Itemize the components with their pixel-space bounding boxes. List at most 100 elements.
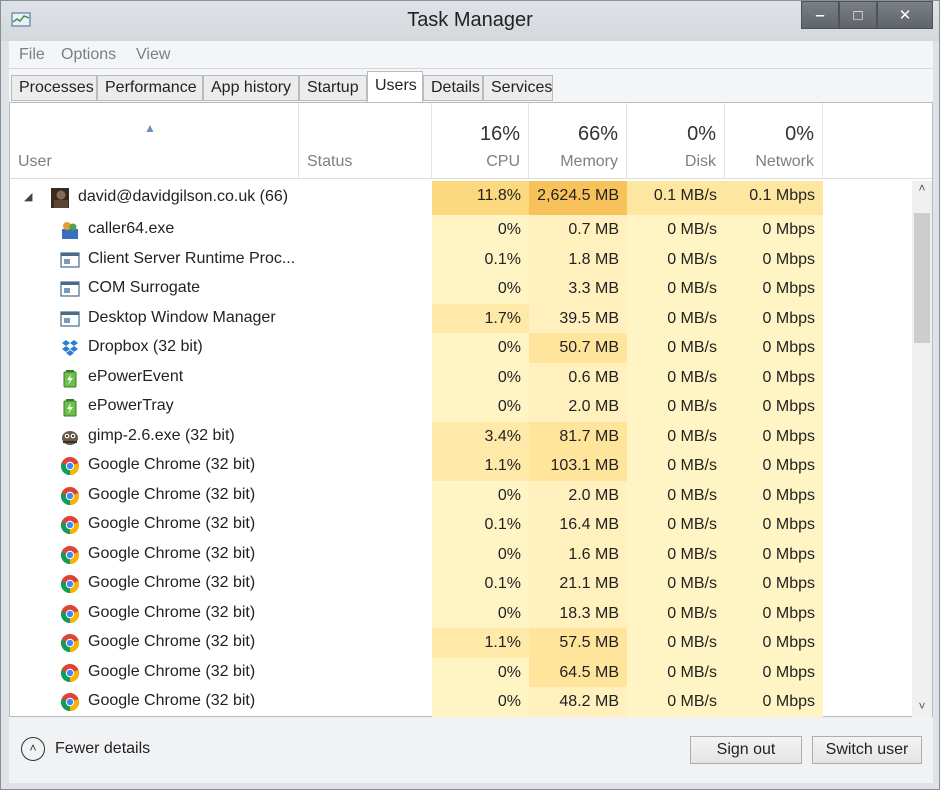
menu-options[interactable]: Options bbox=[61, 46, 116, 64]
process-row[interactable]: caller64.exe 0% 0.7 MB 0 MB/s 0 Mbps bbox=[10, 215, 912, 245]
user-avatar-icon bbox=[51, 188, 69, 208]
tab-users[interactable]: Users bbox=[367, 71, 423, 103]
process-memory: 18.3 MB bbox=[529, 598, 627, 628]
process-network: 0 Mbps bbox=[725, 657, 823, 687]
user-row[interactable]: ◢ david@davidgilson.co.uk (66) 11.8% 2,6… bbox=[10, 181, 912, 215]
scroll-down-icon[interactable]: ˅ bbox=[912, 699, 932, 717]
tab-processes[interactable]: Processes bbox=[11, 75, 97, 101]
cpu-column-label: CPU bbox=[486, 153, 520, 170]
process-disk: 0 MB/s bbox=[627, 215, 725, 245]
process-row[interactable]: Google Chrome (32 bit) 0.1% 16.4 MB 0 MB/s 0… bbox=[10, 510, 912, 540]
process-row[interactable]: Google Chrome (32 bit) 0% 64.5 MB 0 MB/s 0 M… bbox=[10, 657, 912, 687]
chrome-icon bbox=[60, 574, 80, 594]
window-title: Task Manager bbox=[407, 9, 533, 31]
tab-app-history[interactable]: App history bbox=[203, 75, 299, 101]
menu-bar: File Options View bbox=[9, 41, 933, 69]
process-network: 0 Mbps bbox=[725, 687, 823, 717]
process-row[interactable]: Google Chrome (32 bit) 0% 48.2 MB 0 MB/s 0 M… bbox=[10, 687, 912, 717]
column-header-disk[interactable]: 0% Disk bbox=[627, 103, 725, 179]
title-bar[interactable]: Task Manager ‒ □ ✕ bbox=[1, 1, 939, 41]
process-row[interactable]: Google Chrome (32 bit) 0% 1.6 MB 0 MB/s 0 Mb… bbox=[10, 539, 912, 569]
process-row[interactable]: Google Chrome (32 bit) 0% 18.3 MB 0 MB/s 0 M… bbox=[10, 598, 912, 628]
battery-icon bbox=[60, 397, 80, 417]
process-memory: 0.6 MB bbox=[529, 362, 627, 392]
chrome-icon bbox=[60, 486, 80, 506]
process-cpu: 0% bbox=[432, 598, 529, 628]
process-row[interactable]: Google Chrome (32 bit) 1.1% 103.1 MB 0 MB/s… bbox=[10, 451, 912, 481]
scroll-thumb[interactable] bbox=[914, 213, 930, 343]
process-row[interactable]: COM Surrogate 0% 3.3 MB 0 MB/s 0 Mbps bbox=[10, 274, 912, 304]
process-row[interactable]: Google Chrome (32 bit) 0% 2.0 MB 0 MB/s 0 Mb… bbox=[10, 480, 912, 510]
process-disk: 0 MB/s bbox=[627, 451, 725, 481]
process-network: 0 Mbps bbox=[725, 215, 823, 245]
fewer-details-link[interactable]: Fewer details bbox=[55, 740, 150, 758]
process-row[interactable]: gimp-2.6.exe (32 bit) 3.4% 81.7 MB 0 MB/s 0 … bbox=[10, 421, 912, 451]
process-cpu: 0% bbox=[432, 480, 529, 510]
process-network: 0 Mbps bbox=[725, 244, 823, 274]
process-memory: 0.7 MB bbox=[529, 215, 627, 245]
process-disk: 0 MB/s bbox=[627, 303, 725, 333]
process-cpu: 0% bbox=[432, 687, 529, 717]
window-process-icon bbox=[60, 279, 80, 299]
process-row[interactable]: Desktop Window Manager 1.7% 39.5 MB 0 MB/s 0… bbox=[10, 303, 912, 333]
process-cpu: 1.7% bbox=[432, 303, 529, 333]
tab-services[interactable]: Services bbox=[483, 75, 553, 101]
chrome-icon bbox=[60, 456, 80, 476]
process-name: ePowerTray bbox=[88, 397, 174, 414]
menu-view[interactable]: View bbox=[136, 46, 170, 64]
process-memory: 81.7 MB bbox=[529, 421, 627, 451]
process-row[interactable]: Google Chrome (32 bit) 0.1% 21.1 MB 0 MB/s 0… bbox=[10, 569, 912, 599]
user-disk: 0.1 MB/s bbox=[627, 181, 725, 215]
process-memory: 103.1 MB bbox=[529, 451, 627, 481]
network-total-percent: 0% bbox=[785, 123, 814, 145]
process-disk: 0 MB/s bbox=[627, 510, 725, 540]
process-network: 0 Mbps bbox=[725, 421, 823, 451]
tab-performance[interactable]: Performance bbox=[97, 75, 203, 101]
process-cpu: 0% bbox=[432, 215, 529, 245]
process-memory: 39.5 MB bbox=[529, 303, 627, 333]
minimize-button[interactable]: ‒ bbox=[801, 1, 839, 29]
process-name: Client Server Runtime Proc... bbox=[88, 249, 296, 267]
process-row[interactable]: Client Server Runtime Proc... 0.1% 1.8 MB 0… bbox=[10, 244, 912, 274]
process-disk: 0 MB/s bbox=[627, 480, 725, 510]
maximize-button[interactable]: □ bbox=[839, 1, 877, 29]
process-memory: 2.0 MB bbox=[529, 392, 627, 422]
scroll-up-icon[interactable]: ˄ bbox=[912, 181, 932, 199]
process-network: 0 Mbps bbox=[725, 569, 823, 599]
process-disk: 0 MB/s bbox=[627, 628, 725, 658]
menu-file[interactable]: File bbox=[19, 46, 45, 64]
sort-ascending-icon: ▲ bbox=[144, 121, 156, 135]
process-disk: 0 MB/s bbox=[627, 539, 725, 569]
column-header-status[interactable]: Status bbox=[299, 103, 432, 179]
column-header-user[interactable]: ▲ User bbox=[10, 103, 299, 179]
process-row[interactable]: ePowerTray 0% 2.0 MB 0 MB/s 0 Mbps bbox=[10, 392, 912, 422]
column-header-cpu[interactable]: 16% CPU bbox=[432, 103, 529, 179]
column-header-network[interactable]: 0% Network bbox=[725, 103, 823, 179]
process-memory: 1.6 MB bbox=[529, 539, 627, 569]
collapse-arrow-icon[interactable]: ◢ bbox=[24, 190, 32, 203]
sign-out-button[interactable]: Sign out bbox=[690, 736, 802, 764]
process-network: 0 Mbps bbox=[725, 480, 823, 510]
column-header-memory[interactable]: 66% Memory bbox=[529, 103, 627, 179]
process-row[interactable]: ePowerEvent 0% 0.6 MB 0 MB/s 0 Mbps bbox=[10, 362, 912, 392]
process-disk: 0 MB/s bbox=[627, 362, 725, 392]
column-header-row: ▲ User Status 16% CPU 66% Memory 0% Disk… bbox=[10, 103, 932, 179]
process-memory: 16.4 MB bbox=[529, 510, 627, 540]
chrome-icon bbox=[60, 515, 80, 535]
process-memory: 21.1 MB bbox=[529, 569, 627, 599]
tab-details[interactable]: Details bbox=[423, 75, 483, 101]
user-cpu: 11.8% bbox=[432, 181, 529, 215]
chevron-up-circle-icon[interactable]: ˄ bbox=[21, 737, 45, 761]
process-name: gimp-2.6.exe (32 bit) bbox=[88, 426, 235, 444]
process-cpu: 0% bbox=[432, 392, 529, 422]
process-row[interactable]: Google Chrome (32 bit) 1.1% 57.5 MB 0 MB/s 0… bbox=[10, 628, 912, 658]
process-memory: 1.8 MB bbox=[529, 244, 627, 274]
process-row[interactable]: Dropbox (32 bit) 0% 50.7 MB 0 MB/s 0 Mbps bbox=[10, 333, 912, 363]
switch-user-button[interactable]: Switch user bbox=[812, 736, 922, 764]
tab-startup[interactable]: Startup bbox=[299, 75, 367, 101]
vertical-scrollbar[interactable]: ˄ ˅ bbox=[912, 181, 932, 717]
network-column-label: Network bbox=[755, 153, 814, 170]
process-memory: 64.5 MB bbox=[529, 657, 627, 687]
close-button[interactable]: ✕ bbox=[877, 1, 933, 29]
process-name: Desktop Window Manager bbox=[88, 308, 276, 326]
